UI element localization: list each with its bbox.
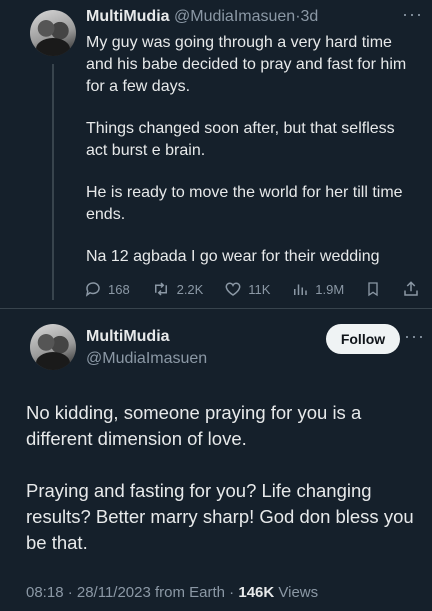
views-count: 146K <box>238 584 275 601</box>
tweet-paragraph: Things changed soon after, but that self… <box>86 120 395 159</box>
tweet-text: No kidding, someone praying for you is a… <box>26 400 418 582</box>
like-button[interactable]: 11K <box>224 280 270 298</box>
divider <box>0 308 432 309</box>
retweet-count: 2.2K <box>176 281 204 297</box>
timestamp[interactable]: 08:18 · 28/11/2023 from Earth · <box>26 584 234 601</box>
bookmark-icon <box>368 282 378 297</box>
tweet-meta: 08:18 · 28/11/2023 from Earth · 146K Vie… <box>26 584 318 601</box>
handle[interactable]: @MudiaImasuen <box>174 8 295 25</box>
tweet-paragraph: Praying and fasting for you? Life changi… <box>26 480 414 553</box>
tweet-paragraph: Na 12 agbada I go wear for their wedding <box>86 248 380 265</box>
thread-line <box>52 64 54 300</box>
tweet-paragraph: No kidding, someone praying for you is a… <box>26 402 362 449</box>
tweet-paragraph: He is ready to move the world for her ti… <box>86 184 403 223</box>
reply-button[interactable]: 168 <box>84 280 130 298</box>
more-options-icon[interactable]: ··· <box>402 4 423 25</box>
display-name[interactable]: MultiMudia <box>86 8 170 25</box>
like-icon <box>225 282 241 296</box>
reply-count: 168 <box>108 281 130 297</box>
views-icon <box>294 284 308 295</box>
views-count: 1.9M <box>315 281 345 297</box>
retweet-button[interactable]: 2.2K <box>151 280 204 298</box>
views-button[interactable]: 1.9M <box>291 280 344 298</box>
tweet-text: My guy was going through a very hard tim… <box>86 32 416 288</box>
avatar[interactable] <box>30 324 76 370</box>
more-options-icon[interactable]: ··· <box>404 326 425 347</box>
tweet-header: MultiMudia @MudiaImasuen·3d <box>86 8 318 26</box>
timestamp[interactable]: 3d <box>301 8 319 25</box>
avatar[interactable] <box>30 10 76 56</box>
display-name[interactable]: MultiMudia <box>86 328 170 346</box>
share-icon <box>404 281 418 296</box>
tweet-paragraph: My guy was going through a very hard tim… <box>86 34 407 95</box>
handle[interactable]: @MudiaImasuen <box>86 350 207 368</box>
bookmark-button[interactable] <box>365 280 381 298</box>
like-count: 11K <box>248 281 271 297</box>
follow-button[interactable]: Follow <box>326 324 400 354</box>
retweet-icon <box>154 282 167 296</box>
reply-icon <box>85 282 100 297</box>
share-button[interactable] <box>402 280 420 298</box>
views-label: Views <box>278 584 319 601</box>
tweet-actions: 168 2.2K 11K 1.9M <box>84 278 420 300</box>
